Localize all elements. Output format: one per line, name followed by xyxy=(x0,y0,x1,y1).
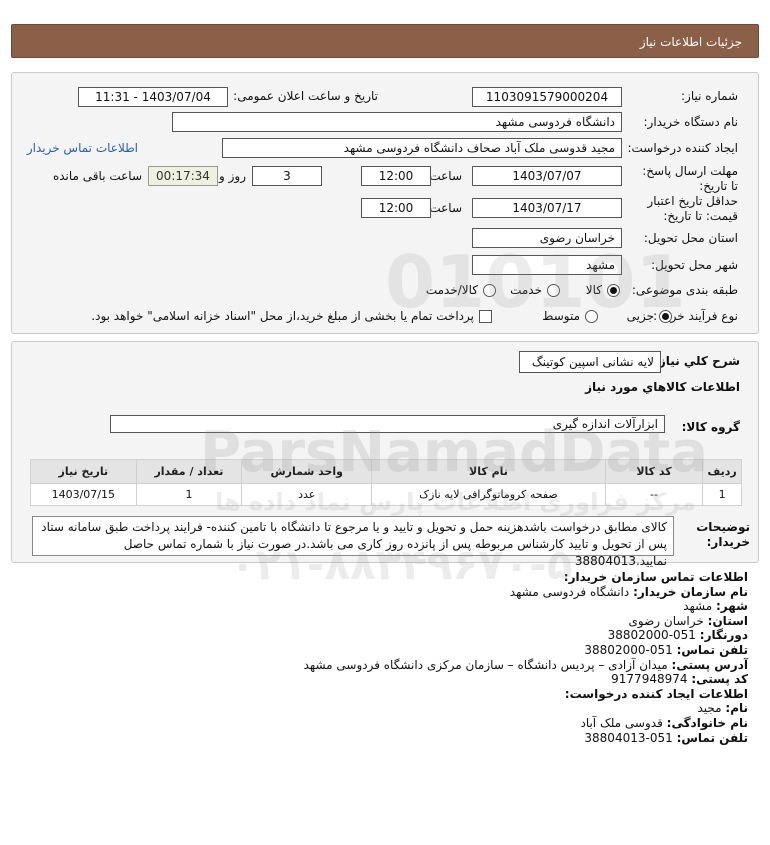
contact-org: نام سازمان خریدار: دانشگاه فردوسی مشهد xyxy=(509,584,748,599)
category-option-service: خدمت xyxy=(510,283,542,297)
contact-postal: کد پستی: 9177948974 xyxy=(611,672,748,687)
category-radio-goods-service[interactable] xyxy=(483,284,496,297)
deadline-label: مهلت ارسال پاسخ: تا تاریخ: xyxy=(642,164,738,193)
cell-row: 1 xyxy=(702,483,742,506)
goods-group-field: ابزارآلات اندازه گیری xyxy=(110,415,665,433)
page-title: جزئیات اطلاعات نیاز xyxy=(639,35,742,49)
buyer-label: نام دستگاه خریدار: xyxy=(643,115,739,129)
general-desc-label: شرح کلي نياز: xyxy=(654,354,740,368)
buyer-field: دانشگاه فردوسی مشهد xyxy=(172,112,622,132)
details-panel: شماره نیاز: 1103091579000204 تاریخ و ساع… xyxy=(11,72,759,334)
contact-fax: دورنگار: 051-38802000 xyxy=(607,628,748,643)
goods-info-title: اطلاعات کالاهاي مورد نياز xyxy=(585,380,740,394)
cell-unit: عدد xyxy=(241,483,373,506)
cell-name: صفحه کروماتوگرافی لایه نازک xyxy=(371,483,606,506)
category-option-goods-service: کالا/خدمت xyxy=(425,283,478,297)
creator-title: اطلاعات ایجاد کننده درخواست: xyxy=(564,686,748,701)
need-number-field: 1103091579000204 xyxy=(472,87,622,107)
process-option-medium: متوسط xyxy=(542,309,580,323)
validity-date-field: 1403/07/17 xyxy=(472,198,622,218)
notes-field: کالای مطابق درخواست باشدهزینه حمل و تحوی… xyxy=(32,516,674,568)
page-header: جزئیات اطلاعات نیاز xyxy=(11,24,759,58)
contact-section: اطلاعات تماس سازمان خریدار: نام سازمان خ… xyxy=(8,570,748,745)
col-code: کد کالا xyxy=(604,459,704,484)
col-qty: تعداد / مقدار xyxy=(135,459,243,484)
process-radio-medium[interactable] xyxy=(585,310,598,323)
category-radio-goods[interactable] xyxy=(607,284,620,297)
process-option-minor: جزیی xyxy=(626,309,654,323)
creator-first-name: نام: مجید xyxy=(697,701,748,716)
city-label: شهر محل تحویل: xyxy=(651,258,738,272)
remaining-label: ساعت باقی مانده xyxy=(52,169,142,183)
validity-time-field: 12:00 xyxy=(361,198,431,218)
city-field: مشهد xyxy=(472,255,622,275)
goods-table-header: ردیف کد کالا نام کالا واحد شمارش تعداد /… xyxy=(30,459,742,484)
need-number-label: شماره نیاز: xyxy=(681,89,738,103)
days-label: روز و xyxy=(219,169,246,183)
creator-phone: تلفن تماس: 051-38804013 xyxy=(584,730,748,745)
contact-province: استان: خراسان رضوی xyxy=(628,613,748,628)
col-row: ردیف xyxy=(702,459,742,484)
province-field: خراسان رضوی xyxy=(472,228,622,248)
category-label: طبقه بندی موضوعی: xyxy=(631,283,738,297)
province-label: استان محل تحویل: xyxy=(643,231,738,245)
payment-note: پرداخت تمام یا بخشی از مبلغ خرید،از محل … xyxy=(91,309,474,323)
goods-table: ردیف کد کالا نام کالا واحد شمارش تعداد /… xyxy=(30,459,742,506)
deadline-time-label: ساعت xyxy=(429,169,462,183)
contact-city: شهر: مشهد xyxy=(683,599,748,614)
cell-date: 1403/07/15 xyxy=(30,483,137,506)
col-name: نام کالا xyxy=(371,459,606,484)
cell-qty: 1 xyxy=(135,483,243,506)
cell-code: -- xyxy=(604,483,704,506)
contact-title: اطلاعات تماس سازمان خریدار: xyxy=(563,570,748,584)
validity-time-label: ساعت xyxy=(429,201,462,215)
category-option-goods: کالا xyxy=(585,283,602,297)
treasury-checkbox[interactable] xyxy=(479,310,492,323)
notes-label: توضیحات خریدار: xyxy=(696,520,750,549)
contact-phone: تلفن تماس: 051-38802000 xyxy=(584,642,748,657)
col-unit: واحد شمارش xyxy=(241,459,373,484)
table-row: 1 -- صفحه کروماتوگرافی لایه نازک عدد 1 1… xyxy=(30,483,742,506)
goods-group-label: گروه کالا: xyxy=(681,420,740,434)
creator-label: ایجاد کننده درخواست: xyxy=(627,141,738,155)
creator-last-name: نام خانوادگی: قدوسی ملک آباد xyxy=(580,715,748,730)
col-date: تاریخ نیاز xyxy=(30,459,137,484)
general-desc-field: لایه نشانی اسپین کوتینگ xyxy=(519,351,661,373)
days-field: 3 xyxy=(252,166,322,186)
category-radio-service[interactable] xyxy=(547,284,560,297)
announce-field: 1403/07/04 - 11:31 xyxy=(78,87,228,107)
buyer-contact-link[interactable]: اطلاعات تماس خریدار xyxy=(27,141,138,155)
deadline-time-field: 12:00 xyxy=(361,166,431,186)
remaining-time-field: 00:17:34 xyxy=(148,166,218,186)
deadline-date-field: 1403/07/07 xyxy=(472,166,622,186)
announce-label: تاریخ و ساعت اعلان عمومی: xyxy=(233,89,378,103)
contact-address: آدرس پستی: میدان آزادی – پردیس دانشگاه –… xyxy=(303,657,748,672)
process-radio-minor[interactable] xyxy=(659,310,672,323)
goods-panel: شرح کلي نياز: لایه نشانی اسپین کوتینگ اط… xyxy=(11,341,759,568)
validity-label: حداقل تاریخ اعتبار قیمت: تا تاریخ: xyxy=(647,194,738,223)
creator-field: مجید قدوسی ملک آباد صحاف دانشگاه فردوسی … xyxy=(222,138,622,158)
